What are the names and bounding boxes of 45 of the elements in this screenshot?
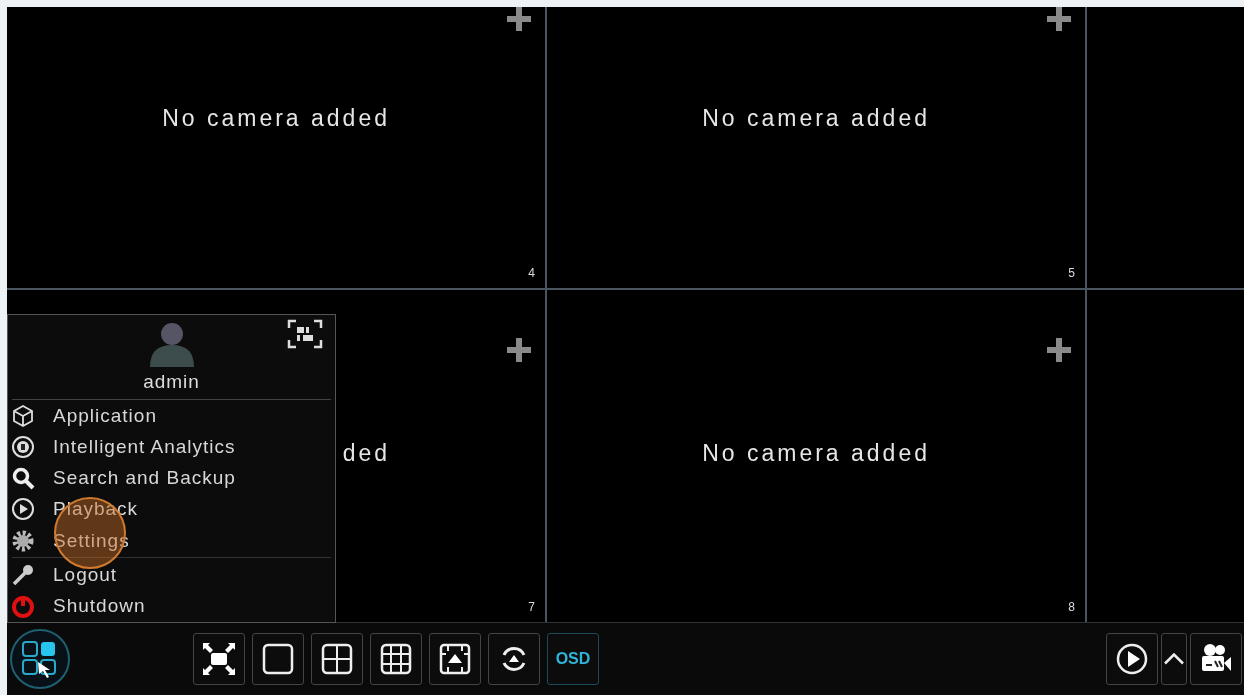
channel-number: 7 (528, 600, 535, 614)
no-camera-text: ded (342, 440, 390, 466)
play-icon (11, 497, 35, 522)
fullscreen-button[interactable] (193, 633, 245, 685)
no-camera-text: No camera added (162, 105, 390, 131)
fullscreen-icon (201, 641, 237, 677)
main-menu-button[interactable] (10, 629, 70, 689)
no-camera-text: No camera added (702, 440, 930, 466)
add-icon[interactable] (1047, 338, 1071, 362)
settings-icon (11, 528, 35, 553)
power-icon (11, 594, 35, 619)
caret-up-icon (1164, 653, 1184, 665)
nine-view-icon (378, 641, 414, 677)
channel-number: 5 (1068, 266, 1075, 280)
channel-number: 4 (528, 266, 535, 280)
menu-item[interactable]: Search and Backup (8, 462, 335, 494)
single-view-icon (260, 641, 296, 677)
quad-view-icon (319, 641, 355, 677)
play-button[interactable] (1106, 633, 1158, 685)
username-text: admin (143, 370, 200, 394)
cube-icon (11, 403, 35, 428)
qr-code-icon[interactable] (287, 319, 323, 349)
osd-button[interactable]: OSD (547, 633, 599, 685)
menu-item[interactable]: Logout (8, 559, 335, 591)
custom-layout-button[interactable] (429, 633, 481, 685)
nine-view-button[interactable] (370, 633, 422, 685)
channel-number: 8 (1068, 600, 1075, 614)
caret-up-button[interactable] (1161, 633, 1187, 685)
single-view-button[interactable] (252, 633, 304, 685)
no-camera-text: No camera added (702, 105, 930, 131)
key-icon (11, 563, 35, 588)
add-icon[interactable] (507, 7, 531, 31)
add-icon[interactable] (1047, 7, 1071, 31)
sequence-button[interactable] (488, 633, 540, 685)
eye-icon (11, 434, 35, 459)
play-icon (1114, 641, 1150, 677)
user-avatar-icon (147, 321, 196, 367)
menu-item[interactable]: Shutdown (8, 590, 335, 622)
menu-item[interactable]: Intelligent Analytics (8, 431, 335, 463)
menu-item[interactable]: Application (8, 400, 335, 432)
add-icon[interactable] (507, 338, 531, 362)
movie-camera-button[interactable] (1190, 633, 1242, 685)
search-icon (11, 466, 35, 491)
custom-layout-icon (437, 641, 473, 677)
quad-view-button[interactable] (311, 633, 363, 685)
